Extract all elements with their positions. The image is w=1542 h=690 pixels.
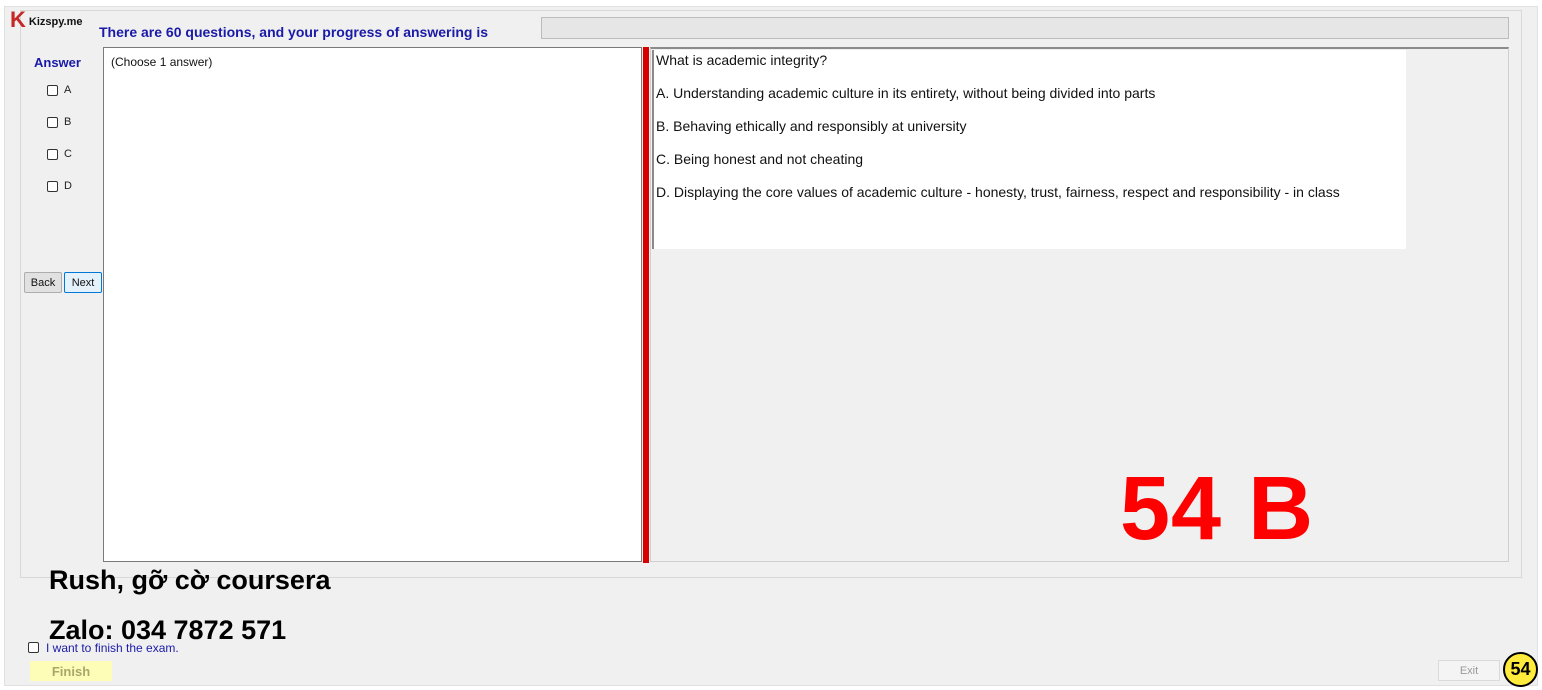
option-label: D [64, 180, 72, 192]
answer-notes-box: (Choose 1 answer) [103, 47, 642, 562]
option-label: A [64, 84, 72, 96]
checkbox-d[interactable] [47, 180, 58, 192]
choice-b-text: B. Behaving ethically and responsibly at… [656, 118, 967, 134]
next-button[interactable]: Next [64, 272, 102, 293]
logo-text: Kizspy.me [28, 16, 83, 28]
choice-a-text: A. Understanding academic culture in its… [656, 85, 1156, 101]
finish-button[interactable]: Finish [30, 661, 112, 681]
option-c[interactable]: C [47, 148, 72, 160]
progress-bar [541, 17, 1509, 39]
answer-overlay-mark: 54 B [1120, 459, 1315, 559]
app-logo: K Kizspy.me [10, 7, 83, 32]
answer-title: Answer [34, 55, 81, 70]
option-b[interactable]: B [47, 116, 71, 128]
choice-d-text: D. Displaying the core values of academi… [656, 184, 1340, 200]
logo-k-icon: K [10, 7, 26, 32]
overlay-text-line1: Rush, gỡ cờ coursera [49, 565, 331, 595]
question-number-badge: 54 [1503, 652, 1538, 687]
checkbox-a[interactable] [47, 84, 58, 96]
progress-label: There are 60 questions, and your progres… [99, 24, 488, 40]
splitter-bar[interactable] [643, 47, 649, 563]
choose-instruction: (Choose 1 answer) [111, 55, 213, 69]
question-text: What is academic integrity? [656, 52, 828, 68]
finish-checkbox-box[interactable] [28, 642, 39, 653]
checkbox-c[interactable] [47, 148, 58, 160]
question-box: What is academic integrity? A. Understan… [652, 50, 1406, 249]
choice-c-text: C. Being honest and not cheating [656, 151, 864, 167]
finish-checkbox-label: I want to finish the exam. [46, 641, 179, 655]
back-button[interactable]: Back [24, 272, 62, 293]
option-d[interactable]: D [47, 180, 72, 192]
option-label: C [64, 148, 72, 160]
exit-button[interactable]: Exit [1438, 660, 1500, 681]
finish-checkbox[interactable] [28, 640, 45, 658]
option-a[interactable]: A [47, 84, 71, 96]
checkbox-b[interactable] [47, 116, 58, 128]
option-label: B [64, 116, 72, 128]
